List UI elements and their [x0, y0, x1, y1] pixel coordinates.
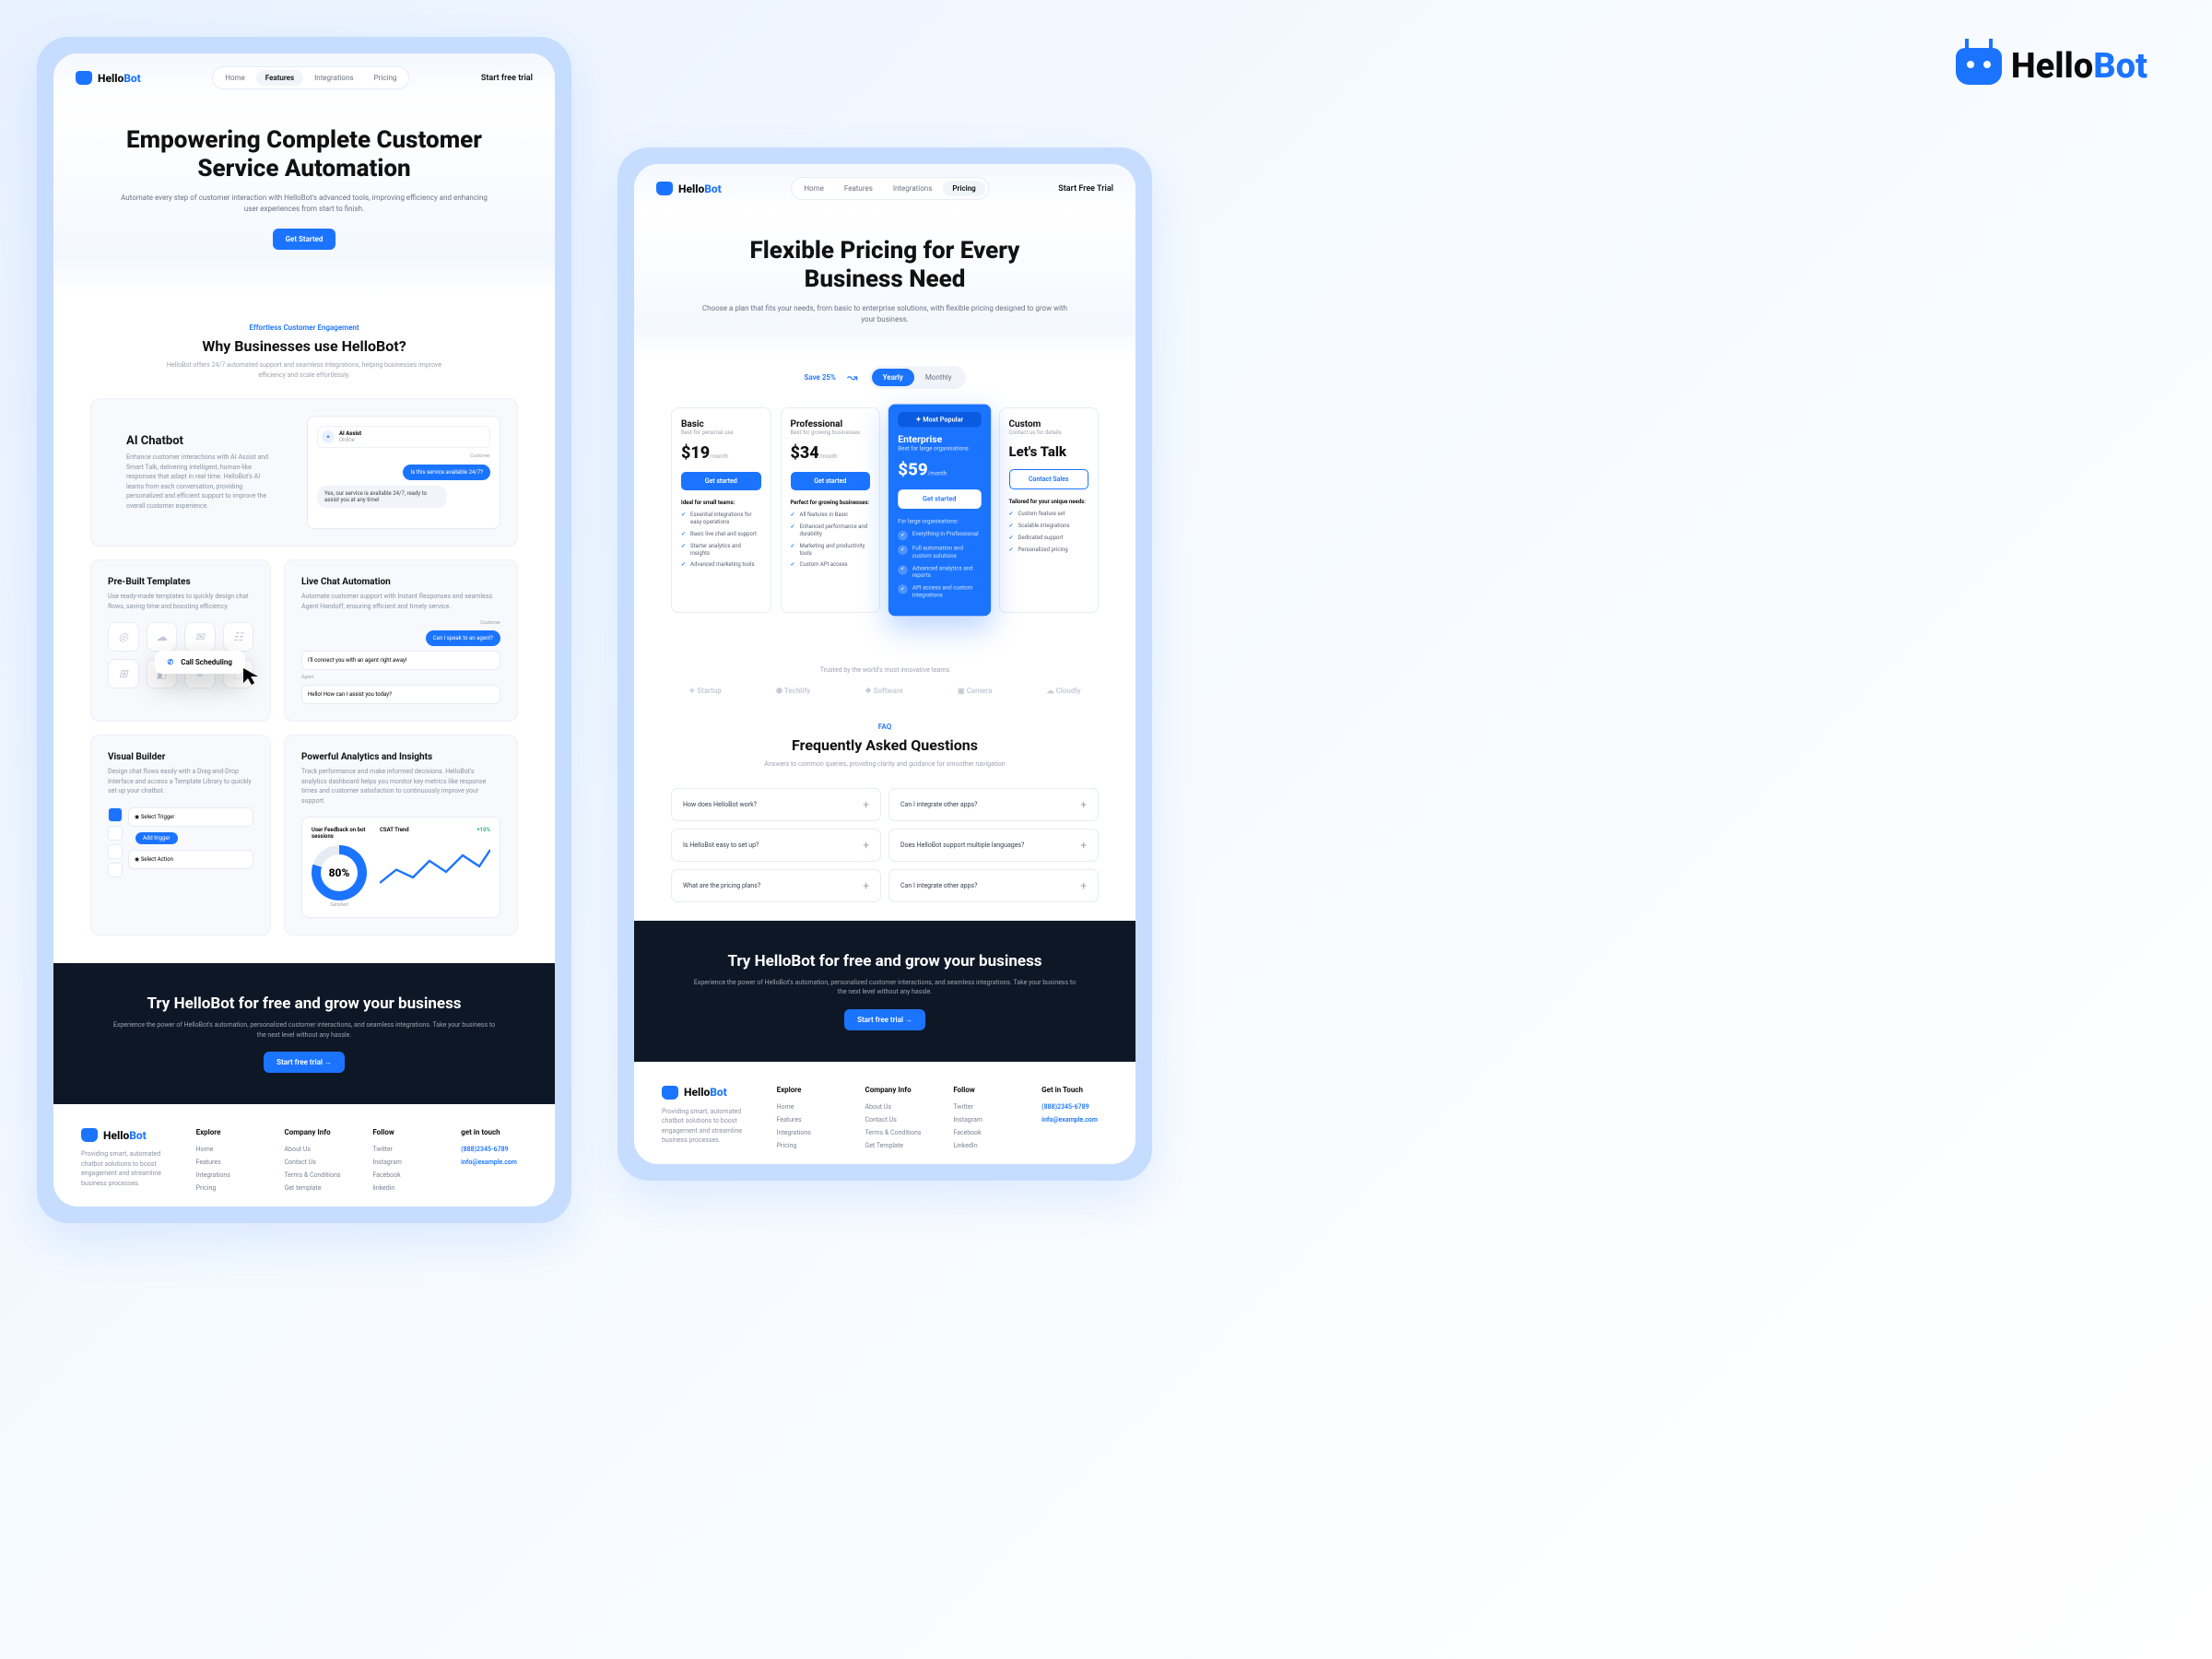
sparkle-icon: ✦ [322, 430, 335, 443]
call-scheduling-tile[interactable]: ✆Call Scheduling [155, 651, 245, 674]
top-nav: HelloBot Home Features Integrations Pric… [634, 164, 1135, 213]
nav-pricing[interactable]: Pricing [943, 181, 984, 196]
robot-icon [81, 1128, 98, 1142]
hero-title: Empowering Complete Customer Service Aut… [118, 126, 490, 183]
plan-professional: ProfessionalBest for growing businesses … [781, 407, 881, 613]
cursor-icon [241, 666, 262, 687]
billing-toggle: Save 25% ↝ YearlyMonthly [671, 366, 1099, 389]
template-slot-icon[interactable]: ◎ [108, 622, 139, 652]
site-footer: HelloBot Providing smart, automated chat… [634, 1062, 1135, 1164]
get-started-button[interactable]: Get Started [273, 229, 336, 250]
faq-item[interactable]: Can I integrate other apps?+ [888, 788, 1099, 821]
start-trial-link[interactable]: Start free trial [481, 74, 533, 83]
tool-icon[interactable] [108, 807, 123, 822]
partner-logo: ✈ Startup [689, 687, 722, 695]
nav-home[interactable]: Home [216, 70, 254, 86]
cta-band: Try HelloBot for free and grow your busi… [634, 921, 1135, 1062]
start-trial-button[interactable]: Start free trial → [264, 1052, 345, 1073]
monthly-option[interactable]: Monthly [914, 369, 963, 386]
partner-logo: ▣ Camera [958, 687, 992, 695]
template-slot-icon[interactable]: ☁ [147, 622, 178, 652]
plus-icon: + [863, 798, 869, 811]
plan-basic: BasicBest for personal use $19/month Get… [671, 407, 771, 613]
plus-icon: + [1080, 879, 1087, 892]
nav-integrations[interactable]: Integrations [305, 70, 363, 86]
brand-text-2: Bot [2093, 46, 2147, 87]
cta-band: Try HelloBot for free and grow your busi… [53, 963, 555, 1104]
faq-item[interactable]: Can I integrate other apps?+ [888, 869, 1099, 902]
get-started-button[interactable]: Get started [681, 472, 761, 490]
nav-home[interactable]: Home [794, 181, 833, 196]
hero-subtitle: Choose a plan that fits your needs, from… [699, 303, 1071, 325]
gauge-chart: 80% [312, 845, 367, 900]
hero-subtitle: Automate every step of customer interact… [118, 193, 490, 215]
analytics-card: Powerful Analytics and Insights Track pe… [284, 735, 518, 935]
robot-icon [656, 182, 673, 195]
faq-item[interactable]: What are the pricing plans?+ [671, 869, 881, 902]
arrow-icon: ↝ [847, 371, 858, 385]
site-logo[interactable]: HelloBot [656, 182, 722, 195]
chat-bot-bubble: Yes, our service is available 24/7, read… [317, 486, 447, 508]
most-popular-badge: ✦ Most Popular [898, 412, 981, 428]
partner-logo: ❖ Software [865, 687, 902, 695]
robot-icon [662, 1086, 678, 1100]
plus-icon: + [863, 839, 869, 852]
plus-icon: + [1080, 839, 1087, 852]
nav-pricing[interactable]: Pricing [365, 70, 406, 86]
main-brand-logo: HelloBot [1956, 46, 2147, 87]
section-subtitle: HelloBot offers 24/7 automated support a… [157, 360, 452, 380]
live-chat-card: Live Chat Automation Automate customer s… [284, 559, 518, 722]
template-slot-icon[interactable]: ✉ [184, 622, 216, 652]
pricing-page-mockup: HelloBot Home Features Integrations Pric… [618, 147, 1152, 1181]
plus-icon: + [1080, 798, 1087, 811]
eyebrow-text: Effortless Customer Engagement [90, 324, 518, 332]
template-grid: ◎☁✉☷ ⊞◧≡⬚ ✆Call Scheduling [108, 622, 253, 688]
pricing-plans: BasicBest for personal use $19/month Get… [671, 407, 1099, 613]
start-trial-link[interactable]: Start Free Trial [1058, 184, 1113, 194]
faq-item[interactable]: Is HelloBot easy to set up?+ [671, 829, 881, 862]
partner-logo: ☁ Cloudly [1047, 687, 1081, 695]
why-section: Effortless Customer Engagement Why Busin… [53, 296, 555, 963]
partner-logo: ⬢ Techlify [776, 687, 810, 695]
ai-chatbot-card: AI Chatbot Enhance customer interactions… [90, 398, 518, 547]
contact-sales-button[interactable]: Contact Sales [1009, 469, 1089, 489]
nav-integrations[interactable]: Integrations [884, 181, 942, 196]
flow-node[interactable]: ◉ Select Trigger [128, 807, 253, 827]
get-started-button[interactable]: Get started [898, 490, 981, 510]
templates-card: Pre-Built Templates Use ready-made templ… [90, 559, 271, 722]
template-slot-icon[interactable]: ⊞ [108, 659, 139, 688]
top-nav: HelloBot Home Features Integrations Pric… [53, 53, 555, 102]
section-title: Why Businesses use HelloBot? [90, 337, 518, 355]
site-footer: HelloBot Providing smart, automated chat… [53, 1104, 555, 1206]
hero-title: Flexible Pricing for Every Business Need [699, 237, 1071, 294]
features-page-mockup: HelloBot Home Features Integrations Pric… [37, 37, 571, 1223]
nav-features[interactable]: Features [835, 181, 882, 196]
csat-trend-chart [380, 839, 490, 894]
yearly-option[interactable]: Yearly [872, 369, 914, 386]
visual-builder-card: Visual Builder Design chat flows easily … [90, 735, 271, 935]
robot-icon [76, 71, 92, 85]
get-started-button[interactable]: Get started [791, 472, 871, 490]
plus-icon: + [863, 879, 869, 892]
nav-features[interactable]: Features [256, 70, 303, 86]
phone-icon: ✆ [168, 658, 174, 666]
template-slot-icon[interactable]: ☷ [223, 622, 254, 652]
plan-custom: CustomContact us for details Let's Talk … [999, 407, 1100, 613]
robot-icon [1956, 48, 2002, 85]
hero-section: Empowering Complete Customer Service Aut… [53, 102, 555, 296]
brand-text-1: Hello [2011, 46, 2093, 87]
plan-enterprise: ✦ Most Popular EnterpriseBest for large … [888, 404, 992, 618]
chat-user-bubble: Is this service available 24/7? [403, 465, 490, 480]
site-logo[interactable]: HelloBot [76, 71, 141, 85]
start-trial-button[interactable]: Start free trial → [844, 1009, 925, 1030]
faq-item[interactable]: How does HelloBot work?+ [671, 788, 881, 821]
faq-item[interactable]: Does HelloBot support multiple languages… [888, 829, 1099, 862]
card-title: AI Chatbot [126, 434, 270, 448]
card-desc: Enhance customer interactions with AI As… [126, 453, 270, 511]
trusted-section: Trusted by the world's most innovative t… [634, 641, 1135, 704]
chat-preview: ✦AI AssistOnline Customer Is this servic… [307, 416, 500, 529]
faq-section: FAQ Frequently Asked Questions Answers t… [634, 704, 1135, 921]
nav-tabs: Home Features Integrations Pricing [212, 66, 409, 89]
flow-node[interactable]: ◉ Select Action [128, 850, 253, 869]
